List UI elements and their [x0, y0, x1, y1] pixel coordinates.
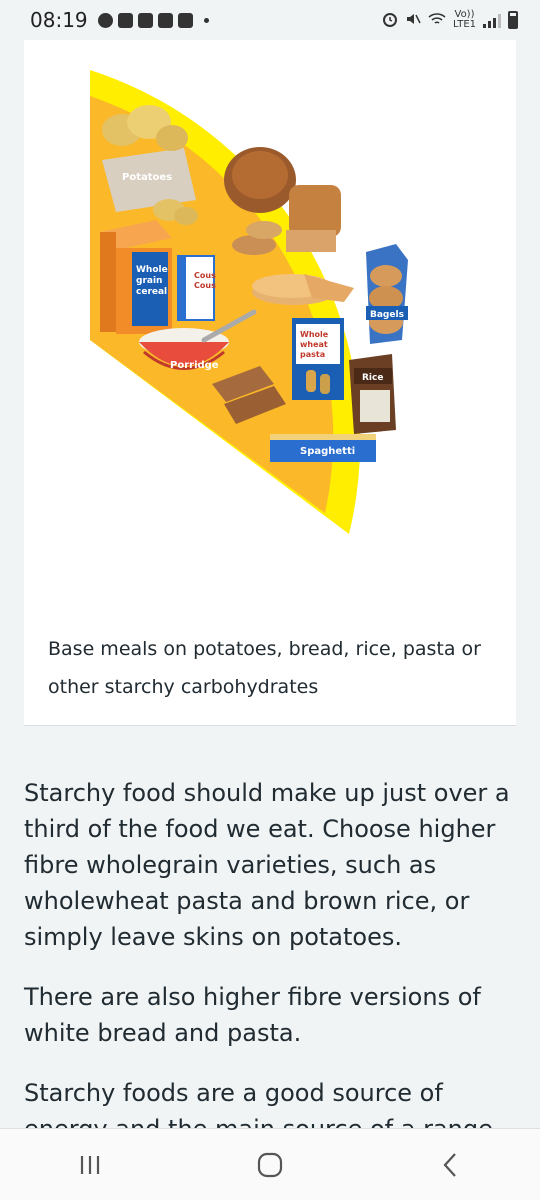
rice-label: Rice	[362, 373, 383, 383]
status-time: 08:19	[30, 8, 88, 32]
home-button[interactable]	[240, 1145, 300, 1185]
recents-button[interactable]	[60, 1145, 120, 1185]
notification-icons	[97, 12, 209, 28]
image-card: Potatoes Whole grain cereal Cous Cous Ba…	[24, 40, 516, 726]
back-button[interactable]	[420, 1145, 480, 1185]
back-icon	[443, 1152, 456, 1177]
voicemail-icon	[137, 12, 153, 28]
spaghetti-packet-icon: Spaghetti	[270, 434, 376, 462]
rice-bag-icon: Rice	[349, 354, 396, 434]
eatwell-starchy-foods-illustration: Potatoes Whole grain cereal Cous Cous Ba…	[90, 70, 408, 534]
mail-icon	[177, 12, 193, 28]
youtube-icon	[117, 12, 133, 28]
volte-bottom-label: LTE1	[453, 19, 476, 30]
cereal-label-line-2: grain	[136, 276, 162, 286]
status-bar: 08:19 Vo)) LTE1	[0, 0, 540, 40]
bagels-bag-icon: Bagels	[366, 244, 408, 344]
flatbread-icon	[252, 274, 354, 305]
dot-icon	[203, 17, 209, 23]
wifi-icon	[428, 12, 446, 29]
system-navigation-bar	[0, 1128, 540, 1200]
recents-icon	[80, 1155, 100, 1174]
cous-cous-box-icon: Cous Cous	[177, 255, 216, 321]
cous-label-line-1: Cous	[194, 271, 216, 280]
alarm-icon	[382, 11, 398, 30]
pasta-label-line-2: wheat	[300, 340, 328, 349]
cereal-label-line-3: cereal	[136, 287, 167, 297]
pasta-label-line-3: pasta	[300, 350, 325, 359]
cous-label-line-2: Cous	[194, 281, 216, 290]
home-icon	[257, 1152, 283, 1177]
usb-debug-icon	[157, 12, 173, 28]
spaghetti-label: Spaghetti	[300, 446, 355, 457]
volte-icon: Vo)) LTE1	[453, 10, 476, 30]
image-caption: Base meals on potatoes, bread, rice, pas…	[48, 638, 481, 698]
system-icons: Vo)) LTE1	[382, 10, 518, 30]
cereal-label-line-1: Whole	[136, 265, 168, 275]
potatoes-label: Potatoes	[122, 172, 172, 183]
paragraph-starchy-proportion: Starchy food should make up just over a …	[24, 779, 510, 951]
porridge-label: Porridge	[170, 360, 219, 371]
wholegrain-cereal-box-icon: Whole grain cereal	[100, 220, 172, 334]
wholewheat-pasta-bag-icon: Whole wheat pasta	[292, 318, 344, 400]
pasta-label-line-1: Whole	[300, 330, 329, 339]
battery-icon	[508, 11, 518, 29]
paragraph-higher-fibre: There are also higher fibre versions of …	[24, 983, 481, 1047]
signal-icon	[483, 12, 501, 28]
mute-icon	[405, 11, 421, 30]
bagels-label: Bagels	[370, 310, 404, 320]
facebook-icon	[97, 12, 113, 28]
